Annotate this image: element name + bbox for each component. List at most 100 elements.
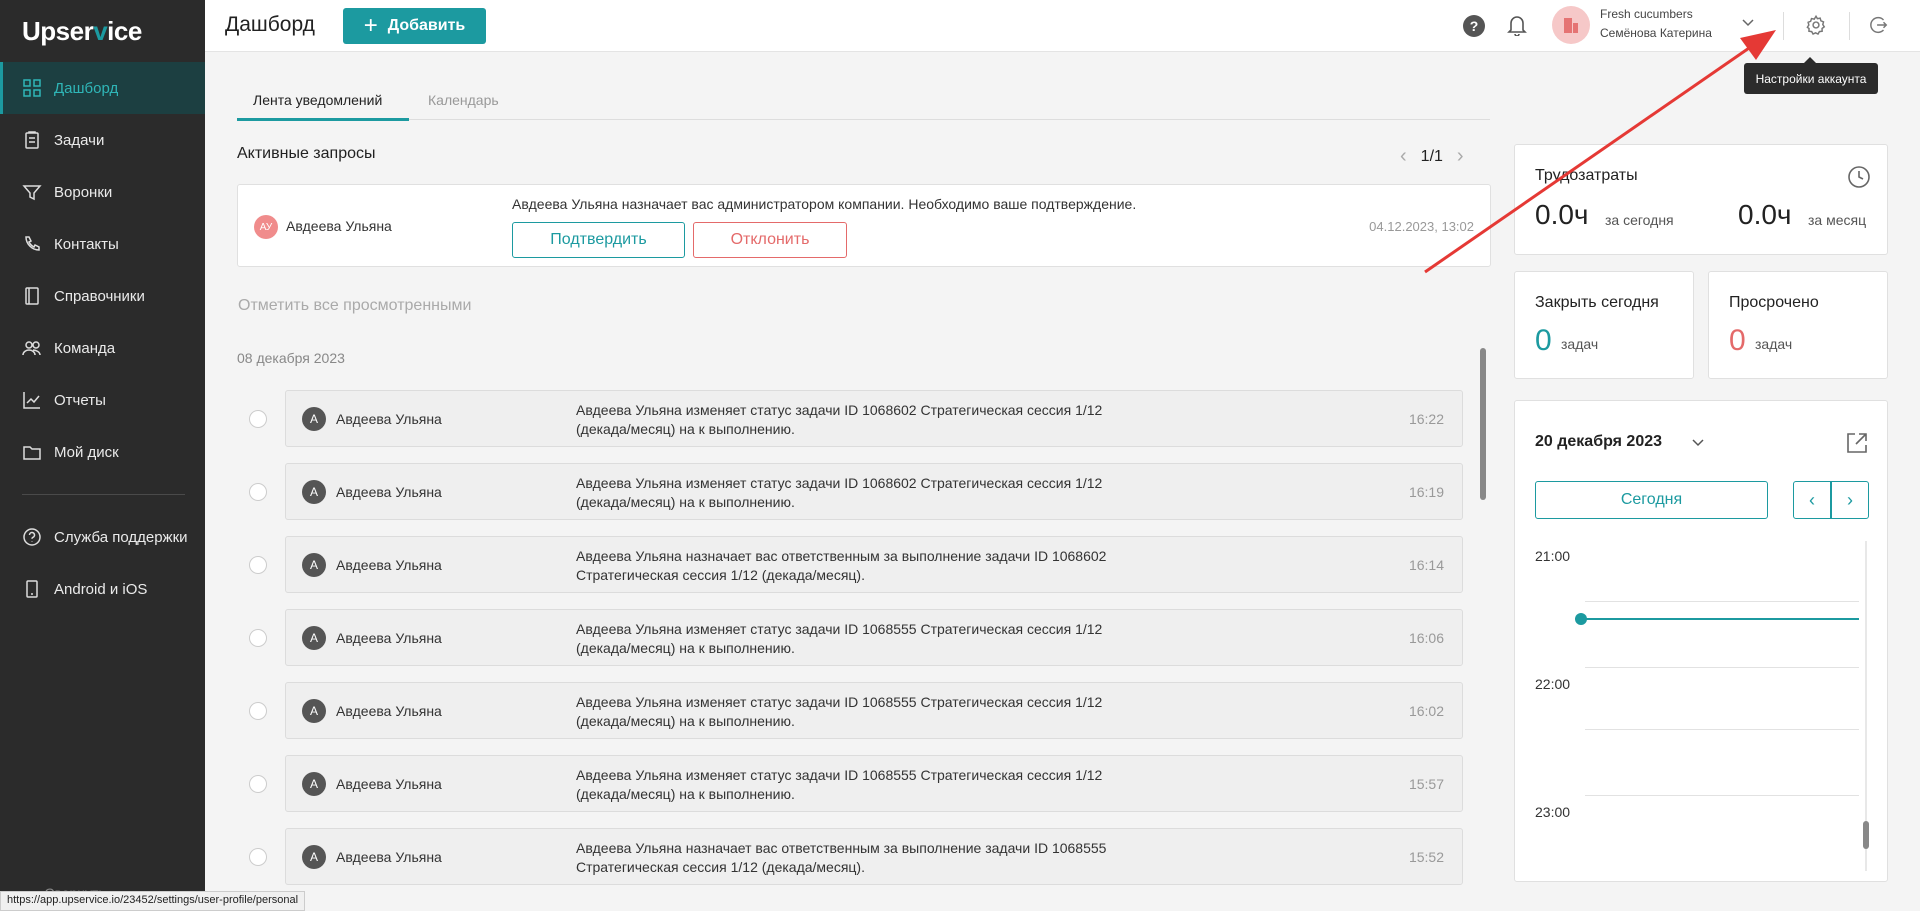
logout-icon[interactable] [1867, 14, 1889, 36]
external-link-icon[interactable] [1845, 431, 1869, 455]
mark-read-radio[interactable] [249, 702, 267, 720]
mark-read-radio[interactable] [249, 848, 267, 866]
funnel-icon [22, 182, 42, 202]
folder-icon [22, 442, 42, 462]
user-name[interactable]: Семёнова Катерина [1600, 26, 1712, 40]
calendar-hour-line [1585, 667, 1859, 668]
phone-icon [22, 234, 42, 254]
notification-card[interactable]: А Авдеева Ульяна Авдеева Ульяна изменяет… [285, 463, 1463, 520]
feed-scrollbar[interactable] [1480, 348, 1486, 500]
sidebar-item-reports[interactable]: Отчеты [0, 374, 205, 426]
work-time-card: Трудозатраты 0.0ч за сегодня 0.0ч за мес… [1514, 144, 1888, 255]
confirm-button[interactable]: Подтвердить [512, 222, 685, 258]
sidebar-item-label: Мой диск [54, 443, 119, 461]
prev-day-button[interactable]: ‹ [1793, 481, 1831, 519]
notification-author: Авдеева Ульяна [336, 630, 442, 646]
list-item: А Авдеева Ульяна Авдеева Ульяна изменяет… [237, 755, 1467, 828]
notification-card[interactable]: А Авдеева Ульяна Авдеева Ульяна изменяет… [285, 609, 1463, 666]
mark-read-radio[interactable] [249, 629, 267, 647]
close-today-title: Закрыть сегодня [1535, 294, 1659, 311]
sidebar-item-label: Дашборд [54, 79, 119, 97]
request-date: 04.12.2023, 13:02 [1369, 219, 1474, 234]
notification-text: Авдеева Ульяна изменяет статус задачи ID… [576, 767, 1103, 802]
calendar-hour: 23:00 [1535, 804, 1571, 820]
sidebar-item-contacts[interactable]: Контакты [0, 218, 205, 270]
tab-active-indicator [237, 118, 409, 121]
mark-read-radio[interactable] [249, 775, 267, 793]
user-company[interactable]: Fresh cucumbers [1600, 7, 1693, 21]
chevron-down-icon[interactable] [1741, 16, 1755, 30]
chevron-left-icon[interactable]: ‹ [1400, 145, 1407, 168]
sidebar-item-support[interactable]: Служба поддержки [0, 511, 205, 563]
notification-text: Авдеева Ульяна назначает вас ответственн… [576, 548, 1107, 583]
sidebar-item-label: Android и iOS [54, 580, 148, 598]
sidebar-item-dashboard[interactable]: Дашборд [0, 62, 205, 114]
notification-card[interactable]: А Авдеева Ульяна Авдеева Ульяна изменяет… [285, 390, 1463, 447]
help-icon[interactable]: ? [1463, 15, 1485, 37]
notification-text: Авдеева Ульяна изменяет статус задачи ID… [576, 475, 1103, 510]
list-item: А Авдеева Ульяна Авдеева Ульяна назначае… [237, 536, 1467, 609]
bell-icon[interactable] [1507, 14, 1527, 36]
avatar: А [302, 772, 326, 796]
sidebar-item-references[interactable]: Справочники [0, 270, 205, 322]
calendar-date[interactable]: 20 декабря 2023 [1535, 433, 1662, 451]
overdue-card[interactable]: Просрочено 0 задач [1708, 271, 1888, 379]
notification-card[interactable]: А Авдеева Ульяна Авдеева Ульяна назначае… [285, 828, 1463, 885]
notification-text: Авдеева Ульяна изменяет статус задачи ID… [576, 402, 1103, 437]
tab-calendar[interactable]: Календарь [428, 92, 499, 108]
sidebar-item-mobile-apps[interactable]: Android и iOS [0, 563, 205, 615]
avatar: А [302, 553, 326, 577]
notification-text: Авдеева Ульяна изменяет статус задачи ID… [576, 621, 1103, 656]
reject-button[interactable]: Отклонить [693, 222, 847, 258]
sidebar-item-tasks[interactable]: Задачи [0, 114, 205, 166]
notification-card[interactable]: А Авдеева Ульяна Авдеева Ульяна изменяет… [285, 755, 1463, 812]
mobile-icon [22, 579, 42, 599]
calendar-widget: 20 декабря 2023 Сегодня ‹ › 21:00 22:00 … [1514, 400, 1888, 882]
chevron-right-icon[interactable]: › [1457, 145, 1464, 168]
sidebar: Upser v ice Дашборд Задачи Воронки Контакт… [0, 0, 205, 911]
current-time-dot [1575, 613, 1587, 625]
gear-icon[interactable] [1805, 14, 1827, 36]
account-settings-tooltip: Настройки аккаунта [1744, 57, 1878, 94]
chevron-left-icon: ‹ [1809, 489, 1815, 510]
dashboard-icon [22, 78, 42, 98]
notification-feed: А Авдеева Ульяна Авдеева Ульяна изменяет… [237, 390, 1467, 890]
mark-read-radio[interactable] [249, 483, 267, 501]
requests-pager: ‹ 1/1 › [1386, 145, 1478, 168]
logo[interactable]: Upser v ice [0, 0, 205, 62]
header-separator [1849, 12, 1850, 40]
mark-all-read-button[interactable]: Отметить все просмотренными [238, 297, 471, 315]
notification-card[interactable]: А Авдеева Ульяна Авдеева Ульяна изменяет… [285, 682, 1463, 739]
clock-icon [1848, 166, 1870, 188]
overdue-title: Просрочено [1729, 294, 1819, 311]
list-item: А Авдеева Ульяна Авдеева Ульяна изменяет… [237, 390, 1467, 463]
work-time-title: Трудозатраты [1535, 167, 1638, 184]
sidebar-item-my-disk[interactable]: Мой диск [0, 426, 205, 478]
notification-author: Авдеева Ульяна [336, 849, 442, 865]
work-today-value: 0.0ч [1535, 199, 1589, 230]
dashboard-tabs: Лента уведомлений Календарь [237, 90, 1490, 121]
today-button[interactable]: Сегодня [1535, 481, 1768, 519]
calendar-half-hour-line [1585, 601, 1859, 602]
feed-date-label: 08 декабря 2023 [237, 350, 345, 366]
sidebar-item-team[interactable]: Команда [0, 322, 205, 374]
chevron-down-icon[interactable] [1691, 436, 1705, 450]
sidebar-item-label: Контакты [54, 235, 119, 253]
add-button[interactable]: + Добавить [343, 8, 486, 44]
tasks-icon [22, 130, 42, 150]
work-month-label: за месяц [1808, 212, 1867, 228]
mark-read-radio[interactable] [249, 410, 267, 428]
sidebar-item-funnels[interactable]: Воронки [0, 166, 205, 218]
close-today-card[interactable]: Закрыть сегодня 0 задач [1514, 271, 1694, 379]
sidebar-item-label: Справочники [54, 287, 145, 305]
sidebar-item-label: Служба поддержки [54, 528, 188, 546]
company-avatar[interactable] [1552, 6, 1590, 44]
tab-notifications[interactable]: Лента уведомлений [253, 92, 382, 108]
avatar: А [302, 626, 326, 650]
calendar-hour: 22:00 [1535, 676, 1571, 692]
calendar-scrollbar[interactable] [1863, 821, 1869, 849]
notification-card[interactable]: А Авдеева Ульяна Авдеева Ульяна назначае… [285, 536, 1463, 593]
mark-read-radio[interactable] [249, 556, 267, 574]
next-day-button[interactable]: › [1831, 481, 1869, 519]
notification-time: 16:02 [1408, 703, 1444, 719]
